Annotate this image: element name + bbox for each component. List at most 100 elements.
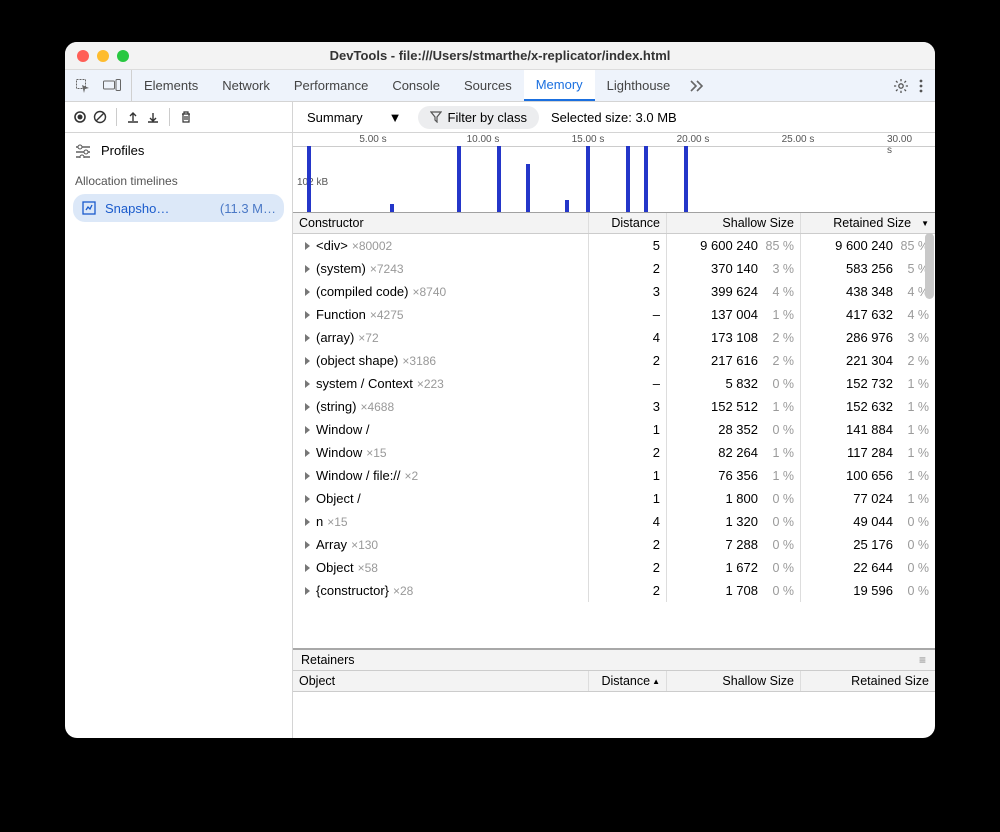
tab-lighthouse[interactable]: Lighthouse: [595, 70, 683, 101]
table-row[interactable]: Window / file:// ×2176 3561 %100 6561 %: [293, 464, 935, 487]
filter-icon: [430, 111, 442, 123]
table-row[interactable]: {constructor} ×2821 7080 %19 5960 %: [293, 579, 935, 602]
constructor-name: Window / file://: [316, 468, 401, 483]
retainers-title: Retainers: [301, 653, 355, 667]
expand-icon[interactable]: [305, 311, 310, 319]
shallow-cell: 1 800: [725, 491, 758, 506]
upload-icon[interactable]: [126, 110, 140, 124]
close-icon[interactable]: [77, 50, 89, 62]
expand-icon[interactable]: [305, 449, 310, 457]
instance-count: ×4688: [360, 400, 394, 414]
expand-icon[interactable]: [305, 564, 310, 572]
retained-cell: 417 632: [846, 307, 893, 322]
retained-pct: 0 %: [899, 561, 929, 575]
view-label: Summary: [307, 110, 363, 125]
constructor-name: Object /: [316, 491, 361, 506]
expand-icon[interactable]: [305, 472, 310, 480]
table-row[interactable]: (system) ×72432370 1403 %583 2565 %: [293, 257, 935, 280]
table-row[interactable]: (object shape) ×31862217 6162 %221 3042 …: [293, 349, 935, 372]
minimize-icon[interactable]: [97, 50, 109, 62]
constructor-grid: Constructor Distance Shallow Size Retain…: [293, 213, 935, 738]
grid-header[interactable]: Constructor Distance Shallow Size Retain…: [293, 213, 935, 234]
tab-memory[interactable]: Memory: [524, 70, 595, 101]
constructor-name: (object shape): [316, 353, 398, 368]
tab-console[interactable]: Console: [380, 70, 452, 101]
instance-count: ×15: [366, 446, 386, 460]
table-row[interactable]: Window ×15282 2641 %117 2841 %: [293, 441, 935, 464]
retained-cell: 117 284: [847, 445, 893, 460]
gear-icon[interactable]: [893, 78, 909, 94]
tab-elements[interactable]: Elements: [132, 70, 210, 101]
expand-icon[interactable]: [305, 380, 310, 388]
table-row[interactable]: Function ×4275–137 0041 %417 6324 %: [293, 303, 935, 326]
profiles-header[interactable]: Profiles: [65, 133, 292, 168]
table-row[interactable]: Array ×13027 2880 %25 1760 %: [293, 533, 935, 556]
expand-icon[interactable]: [305, 426, 310, 434]
expand-icon[interactable]: [305, 288, 310, 296]
retained-cell: 19 596: [853, 583, 893, 598]
table-row[interactable]: <div> ×8000259 600 24085 %9 600 24085 %: [293, 234, 935, 257]
zoom-icon[interactable]: [117, 50, 129, 62]
inspect-icon[interactable]: [75, 78, 91, 94]
scrollbar-thumb[interactable]: [925, 233, 934, 299]
clear-icon[interactable]: [93, 110, 107, 124]
table-row[interactable]: Window /128 3520 %141 8841 %: [293, 418, 935, 441]
shallow-pct: 0 %: [764, 584, 794, 598]
allocation-timeline[interactable]: 5.00 s10.00 s15.00 s20.00 s25.00 s30.00 …: [293, 133, 935, 213]
table-row[interactable]: (compiled code) ×87403399 6244 %438 3484…: [293, 280, 935, 303]
filter-label: Filter by class: [448, 110, 527, 125]
expand-icon[interactable]: [305, 587, 310, 595]
kebab-icon[interactable]: [919, 79, 923, 93]
class-filter[interactable]: Filter by class: [418, 106, 539, 129]
expand-icon[interactable]: [305, 495, 310, 503]
expand-icon[interactable]: [305, 541, 310, 549]
sliders-icon: [75, 144, 91, 158]
distance-cell: –: [589, 303, 667, 326]
shallow-pct: 1 %: [764, 469, 794, 483]
trash-icon[interactable]: [179, 110, 193, 124]
expand-icon[interactable]: [305, 334, 310, 342]
table-row[interactable]: Object ×5821 6720 %22 6440 %: [293, 556, 935, 579]
download-icon[interactable]: [146, 110, 160, 124]
tick-label: 25.00 s: [782, 134, 815, 145]
expand-icon[interactable]: [305, 518, 310, 526]
col-shallow: Shallow Size: [667, 213, 801, 233]
tick-label: 10.00 s: [467, 134, 500, 145]
shallow-pct: 2 %: [764, 354, 794, 368]
allocation-bar: [586, 146, 590, 212]
snapshot-item[interactable]: Snapsho… (11.3 M…: [73, 194, 284, 222]
expand-icon[interactable]: [305, 403, 310, 411]
expand-icon[interactable]: [305, 265, 310, 273]
retainers-header[interactable]: Object Distance Shallow Size Retained Si…: [293, 671, 935, 692]
table-row[interactable]: (array) ×724173 1082 %286 9763 %: [293, 326, 935, 349]
constructor-name: Object: [316, 560, 354, 575]
shallow-pct: 0 %: [764, 515, 794, 529]
retained-cell: 9 600 240: [835, 238, 893, 253]
expand-icon[interactable]: [305, 242, 310, 250]
tab-network[interactable]: Network: [210, 70, 282, 101]
table-row[interactable]: (string) ×46883152 5121 %152 6321 %: [293, 395, 935, 418]
shallow-pct: 4 %: [764, 285, 794, 299]
table-row[interactable]: n ×1541 3200 %49 0440 %: [293, 510, 935, 533]
view-select[interactable]: Summary ▼: [303, 108, 406, 127]
distance-cell: 3: [589, 280, 667, 303]
tab-performance[interactable]: Performance: [282, 70, 380, 101]
retained-cell: 152 632: [846, 399, 893, 414]
distance-cell: 2: [589, 556, 667, 579]
tab-sources[interactable]: Sources: [452, 70, 524, 101]
table-row[interactable]: system / Context ×223–5 8320 %152 7321 %: [293, 372, 935, 395]
overflow-icon[interactable]: [682, 80, 712, 92]
distance-cell: 2: [589, 349, 667, 372]
retainers-menu-icon[interactable]: ≡: [919, 653, 927, 667]
col-object: Object: [293, 671, 589, 691]
device-icon[interactable]: [103, 79, 121, 93]
constructor-name: (compiled code): [316, 284, 409, 299]
col-retained: Retained Size: [801, 213, 935, 233]
retained-pct: 1 %: [899, 423, 929, 437]
instance-count: ×8740: [413, 285, 447, 299]
shallow-pct: 85 %: [764, 239, 794, 253]
retained-pct: 4 %: [899, 308, 929, 322]
record-icon[interactable]: [73, 110, 87, 124]
table-row[interactable]: Object /11 8000 %77 0241 %: [293, 487, 935, 510]
expand-icon[interactable]: [305, 357, 310, 365]
